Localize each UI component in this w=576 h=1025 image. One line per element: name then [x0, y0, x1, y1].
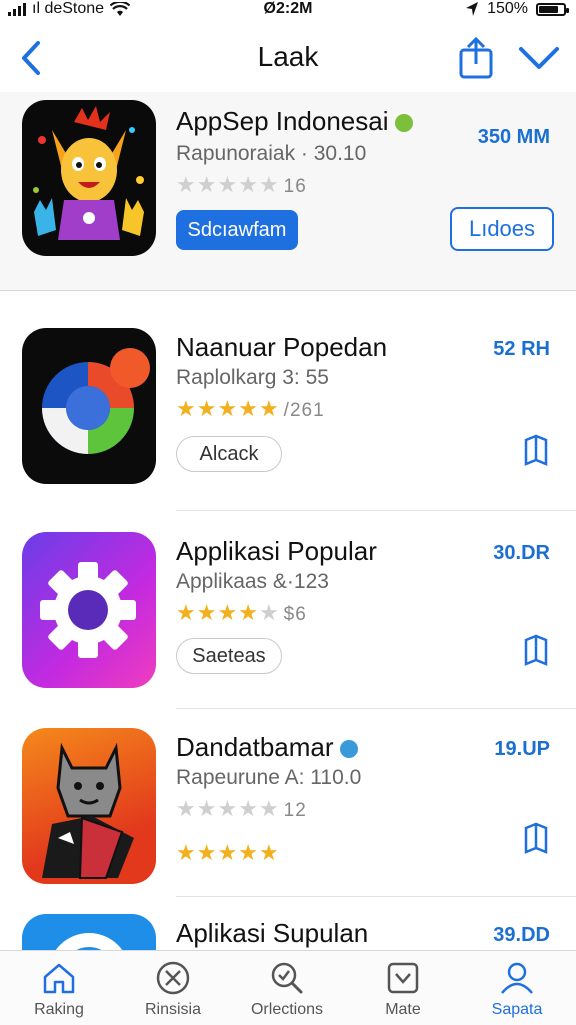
swirl-app-icon: [22, 328, 156, 484]
rating-count: /261: [283, 400, 325, 421]
star-filled-icon: ★: [217, 600, 239, 625]
star-empty-icon: ★: [238, 172, 259, 197]
rating-stars: ★★★★★/261: [176, 396, 325, 422]
verified-badge-icon: [339, 740, 358, 759]
tab-mate[interactable]: Mate: [348, 957, 458, 1023]
star-filled-icon: ★: [176, 396, 197, 421]
tab-bar: Raking Rinsisia Orlections Mate Sapata: [0, 950, 576, 1025]
tab-sapata[interactable]: Sapata: [462, 957, 572, 1023]
blue-circle-app-icon: [22, 914, 156, 950]
featured-app-name: AppSep Indonesai: [176, 106, 389, 136]
battery-percent: 150%: [487, 0, 528, 17]
star-empty-icon: ★: [196, 172, 218, 197]
divider: [176, 708, 576, 709]
rating-stars: ★★★★★ $6: [176, 600, 307, 626]
app-name: Dandatbamar: [176, 732, 334, 762]
rating-stars: ★★★★★ 12: [176, 796, 307, 822]
cat-mascot-app-icon: [22, 728, 156, 884]
app-subtitle: Rapeurune A: 110.0: [176, 766, 362, 789]
star-filled-icon: ★: [258, 840, 280, 865]
list-item[interactable]: Aplikasi Supulan 39.DD: [0, 914, 576, 950]
star-filled-icon: ★: [217, 396, 239, 421]
app-action-button[interactable]: Alcack: [176, 436, 282, 472]
chevron-down-icon[interactable]: [518, 42, 560, 74]
tab-label: Mate: [385, 1001, 421, 1018]
app-size: 30.DR: [493, 542, 550, 564]
star-empty-icon: ★: [258, 600, 280, 625]
location-arrow-icon: [466, 2, 479, 16]
star-filled-icon: ★: [238, 600, 259, 625]
featured-primary-button[interactable]: Sdcıawfam: [176, 210, 298, 250]
list-item[interactable]: Naanuar Popedan Raplolkarg 3: 55 ★★★★★/2…: [0, 328, 576, 488]
app-name: Applikasi Popular: [176, 536, 377, 566]
share-icon[interactable]: [456, 36, 496, 80]
star-empty-icon: ★: [217, 172, 239, 197]
star-empty-icon: ★: [196, 796, 218, 821]
divider: [176, 510, 576, 511]
download-icon[interactable]: [522, 432, 550, 468]
star-filled-icon: ★: [217, 840, 239, 865]
tab-label: Sapata: [491, 1001, 543, 1018]
download-icon[interactable]: [522, 632, 550, 668]
app-size: 39.DD: [493, 924, 550, 946]
featured-secondary-button[interactable]: Lıdoes: [450, 207, 554, 251]
person-icon: [501, 962, 533, 994]
settings-gear-app-icon: [22, 532, 156, 688]
star-empty-icon: ★: [258, 796, 280, 821]
app-name: Naanuar Popedan: [176, 332, 388, 362]
secondary-rating-stars: ★★★★★: [176, 840, 280, 866]
star-empty-icon: ★: [258, 172, 280, 197]
app-subtitle: Applikaas &·123: [176, 570, 329, 593]
download-icon[interactable]: [522, 820, 550, 856]
rating-count: 12: [283, 800, 307, 821]
star-filled-icon: ★: [176, 600, 197, 625]
tab-orlections[interactable]: Orlections: [232, 957, 342, 1023]
home-icon: [43, 963, 75, 994]
list-item[interactable]: Dandatbamar Rapeurune A: 110.0 ★★★★★ 12 ★…: [0, 728, 576, 888]
star-filled-icon: ★: [238, 396, 259, 421]
star-empty-icon: ★: [176, 172, 197, 197]
download-box-icon: [387, 962, 419, 994]
navigation-bar: Laak: [0, 28, 576, 88]
list-item[interactable]: Applikasi Popular Applikaas &·123 ★★★★★ $…: [0, 532, 576, 692]
star-empty-icon: ★: [217, 796, 239, 821]
verified-badge-icon: [394, 114, 413, 133]
battery-icon: [536, 2, 569, 16]
crossed-tools-icon: [156, 961, 190, 995]
status-bar: ıl deStone Ø2:2M 150%: [0, 0, 576, 22]
star-empty-icon: ★: [176, 796, 197, 821]
search-icon: [271, 962, 303, 994]
star-filled-icon: ★: [176, 840, 197, 865]
star-filled-icon: ★: [238, 840, 259, 865]
app-action-button[interactable]: Saeteas: [176, 638, 282, 674]
tab-rinsisia[interactable]: Rinsisia: [118, 957, 228, 1023]
tab-label: Raking: [34, 1001, 84, 1018]
featured-app-subtitle: Rapunoraiak · 30.10: [176, 142, 367, 165]
star-filled-icon: ★: [258, 396, 280, 421]
rating-count: $6: [283, 604, 307, 625]
app-subtitle: Raplolkarg 3: 55: [176, 366, 329, 389]
app-size: 19.UP: [494, 738, 550, 760]
app-name: Aplikasi Supulan: [176, 918, 369, 948]
featured-app-card[interactable]: AppSep Indonesai Rapunoraiak · 30.10 ★★★…: [0, 92, 576, 291]
fox-mascot-app-icon: [22, 100, 156, 256]
star-filled-icon: ★: [196, 840, 218, 865]
star-empty-icon: ★: [238, 796, 259, 821]
tab-label: Orlections: [250, 1001, 324, 1018]
divider: [176, 896, 576, 897]
app-size: 52 RH: [493, 338, 550, 360]
tab-raking[interactable]: Raking: [4, 957, 114, 1023]
star-filled-icon: ★: [196, 396, 218, 421]
featured-rating-stars: ★★★★★ 16: [176, 172, 307, 198]
featured-app-size: 350 MM: [477, 126, 550, 148]
tab-label: Rinsisia: [144, 1001, 201, 1018]
star-filled-icon: ★: [196, 600, 218, 625]
rating-count: 16: [283, 176, 307, 197]
